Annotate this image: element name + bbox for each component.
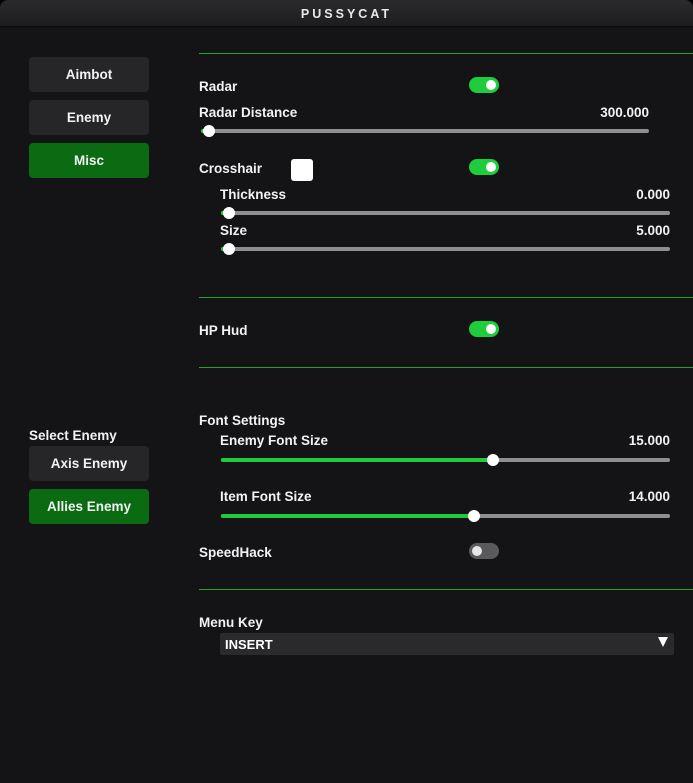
- toggle-knob: [486, 162, 496, 172]
- slider-thumb[interactable]: [467, 510, 480, 522]
- crosshair-color-swatch[interactable]: [291, 159, 313, 181]
- window-title: PUSSYCAT: [300, 7, 393, 21]
- section-divider: [199, 589, 693, 590]
- size-label: Size: [220, 223, 248, 238]
- section-divider: [199, 297, 693, 298]
- size-slider[interactable]: [221, 242, 670, 256]
- thickness-value: 0.000: [636, 187, 670, 202]
- hp-hud-label: HP Hud: [199, 323, 248, 338]
- slider-thumb[interactable]: [223, 207, 235, 219]
- dropdown-arrow-icon: [658, 637, 668, 647]
- main-window: PUSSYCAT Aimbot Enemy Misc Select Enemy …: [0, 0, 693, 783]
- menu-key-selected-value: INSERT: [225, 637, 273, 652]
- radar-distance-value: 300.000: [600, 105, 649, 120]
- font-settings-label: Font Settings: [199, 413, 286, 428]
- toggle-knob: [472, 546, 482, 556]
- size-value: 5.000: [636, 223, 670, 238]
- enemy-font-size-slider[interactable]: [221, 453, 670, 467]
- slider-thumb[interactable]: [487, 454, 500, 466]
- tab-enemy[interactable]: Enemy: [29, 100, 149, 135]
- tab-aimbot[interactable]: Aimbot: [29, 57, 149, 92]
- speedhack-toggle[interactable]: [469, 543, 499, 559]
- menu-key-dropdown[interactable]: INSERT: [220, 633, 674, 655]
- slider-thumb[interactable]: [223, 243, 235, 255]
- item-font-size-value: 14.000: [628, 489, 670, 504]
- radar-distance-slider[interactable]: [201, 124, 649, 138]
- enemy-font-size-value: 15.000: [628, 433, 670, 448]
- radar-label: Radar: [199, 79, 238, 94]
- allies-enemy-button[interactable]: Allies Enemy: [29, 489, 149, 524]
- enemy-font-size-label: Enemy Font Size: [220, 433, 329, 448]
- toggle-knob: [486, 324, 496, 334]
- thickness-label: Thickness: [220, 187, 287, 202]
- radar-toggle[interactable]: [469, 77, 499, 93]
- crosshair-label: Crosshair: [199, 161, 263, 176]
- slider-fill: [221, 514, 474, 518]
- slider-track: [221, 247, 670, 251]
- title-bar[interactable]: PUSSYCAT: [0, 0, 693, 27]
- hp-hud-toggle[interactable]: [469, 321, 499, 337]
- section-divider: [199, 53, 693, 54]
- select-enemy-label: Select Enemy: [29, 428, 117, 443]
- speedhack-label: SpeedHack: [199, 545, 272, 560]
- section-divider: [199, 367, 693, 368]
- slider-thumb[interactable]: [203, 125, 215, 137]
- thickness-slider[interactable]: [221, 206, 670, 220]
- slider-track: [221, 211, 670, 215]
- menu-key-label: Menu Key: [199, 615, 263, 630]
- slider-fill: [221, 458, 494, 462]
- tab-misc[interactable]: Misc: [29, 143, 149, 178]
- item-font-size-label: Item Font Size: [220, 489, 312, 504]
- slider-track: [201, 129, 649, 133]
- item-font-size-slider[interactable]: [221, 509, 670, 523]
- radar-distance-label: Radar Distance: [199, 105, 298, 120]
- crosshair-toggle[interactable]: [469, 159, 499, 175]
- toggle-knob: [486, 80, 496, 90]
- axis-enemy-button[interactable]: Axis Enemy: [29, 446, 149, 481]
